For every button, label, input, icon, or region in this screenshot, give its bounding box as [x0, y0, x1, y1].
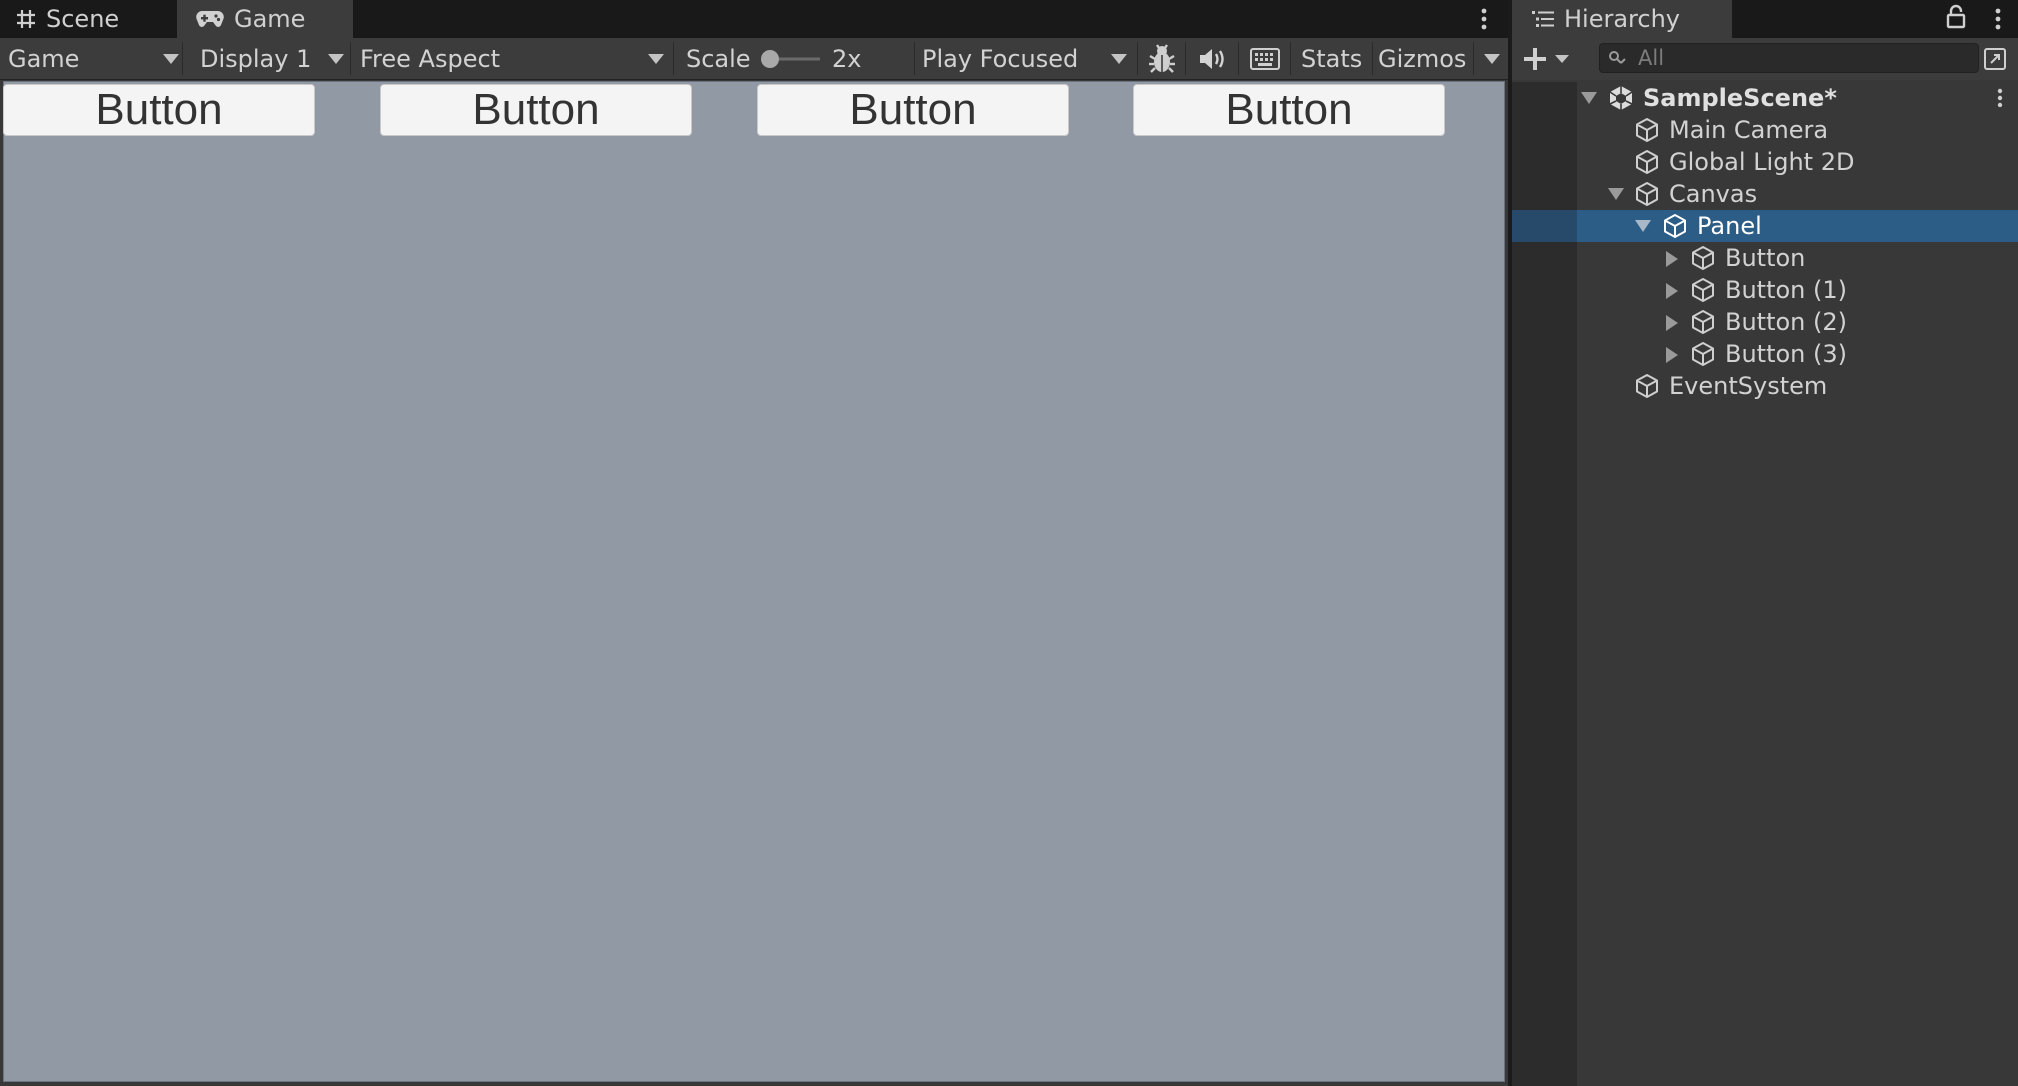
- game-button-0[interactable]: Button: [3, 84, 315, 136]
- open-window-icon: [1984, 48, 2006, 70]
- game-window-menu-button[interactable]: [1470, 3, 1498, 35]
- tree-label: Button (2): [1725, 308, 1848, 336]
- aspect-label: Free Aspect: [360, 44, 501, 73]
- play-mode-label: Play Focused: [922, 44, 1079, 73]
- tree-row-button-3[interactable]: Button (3): [1512, 338, 2018, 370]
- search-icon: [1609, 51, 1626, 64]
- game-button-1[interactable]: Button: [380, 84, 692, 136]
- hierarchy-tab-bar: Hierarchy: [1512, 0, 2018, 38]
- tree-label: Main Camera: [1669, 116, 1829, 144]
- tree-label: Button (3): [1725, 340, 1848, 368]
- gizmos-dropdown[interactable]: [1478, 38, 1506, 79]
- scale-label: Scale: [686, 44, 751, 73]
- fold-open-icon: [1635, 220, 1651, 232]
- scene-visibility-button[interactable]: [1980, 44, 2010, 74]
- display-label: Display 1: [200, 44, 312, 73]
- gamepad-icon: [196, 10, 224, 28]
- tree-row-button-1[interactable]: Button (1): [1512, 274, 2018, 306]
- fold-open-icon: [1608, 188, 1624, 200]
- keyboard-icon: [1250, 47, 1280, 70]
- gameobject-cube-icon: [1636, 118, 1658, 142]
- hierarchy-search[interactable]: [1599, 43, 1979, 73]
- lock-icon[interactable]: [1946, 4, 1966, 30]
- game-viewport[interactable]: Button Button Button Button: [3, 81, 1505, 1082]
- tree-row-eventsystem[interactable]: EventSystem: [1512, 370, 2018, 402]
- tree-row-canvas[interactable]: Canvas: [1512, 178, 2018, 210]
- tree-row-panel[interactable]: Panel: [1512, 210, 2018, 242]
- chevron-down-icon: [648, 54, 664, 64]
- more-vertical-icon: [1995, 8, 2001, 30]
- chevron-down-icon: [1111, 54, 1127, 64]
- chevron-down-icon: [163, 54, 179, 64]
- tab-game[interactable]: Game: [177, 0, 353, 38]
- chevron-down-icon: [1555, 55, 1569, 63]
- gameobject-cube-icon: [1692, 310, 1714, 334]
- chevron-down-icon: [1484, 54, 1500, 64]
- plus-icon: [1524, 48, 1546, 70]
- bug-icon: [1149, 43, 1175, 73]
- play-mode-dropdown[interactable]: Play Focused: [922, 38, 1132, 79]
- tree-label: Canvas: [1669, 180, 1758, 208]
- more-vertical-icon: [1481, 8, 1487, 30]
- tree-row-button[interactable]: Button: [1512, 242, 2018, 274]
- chevron-down-icon: [328, 54, 344, 64]
- hierarchy-title: Hierarchy: [1564, 5, 1681, 33]
- keyboard-shortcuts-toggle[interactable]: [1246, 38, 1284, 79]
- tree-label: Panel: [1697, 212, 1762, 240]
- hierarchy-window: Hierarchy SampleScene*: [1512, 0, 2018, 1086]
- grid-icon: [16, 9, 36, 29]
- tree-label: SampleScene*: [1643, 84, 1837, 112]
- scale-value: 2x: [832, 44, 862, 73]
- hierarchy-tree: SampleScene* Main Camera Global Light 2D…: [1512, 82, 2018, 1086]
- view-mode-dropdown[interactable]: Game: [8, 38, 180, 79]
- view-mode-label: Game: [8, 44, 80, 73]
- aspect-dropdown[interactable]: Free Aspect: [360, 38, 668, 79]
- more-vertical-icon: [1997, 88, 2003, 108]
- gameobject-cube-icon: [1636, 374, 1658, 398]
- fold-closed-icon: [1666, 283, 1678, 299]
- fold-closed-icon: [1666, 251, 1678, 267]
- tab-hierarchy[interactable]: Hierarchy: [1512, 0, 1732, 38]
- game-window: Scene Game Game Display 1 Free Aspect Sc…: [0, 0, 1508, 1086]
- unity-scene-icon: [1609, 86, 1633, 110]
- tree-label: Button (1): [1725, 276, 1848, 304]
- game-toolbar: Game Display 1 Free Aspect Scale 2x Play…: [0, 38, 1508, 80]
- tree-label: Global Light 2D: [1669, 148, 1855, 176]
- hierarchy-menu-button[interactable]: [1984, 3, 2012, 35]
- tab-game-label: Game: [234, 5, 306, 33]
- gameobject-cube-icon: [1692, 342, 1714, 366]
- tree-label: Button: [1725, 244, 1806, 272]
- game-tab-bar: Scene Game: [0, 0, 1508, 38]
- tab-scene[interactable]: Scene: [16, 0, 119, 38]
- tree-label: EventSystem: [1669, 372, 1828, 400]
- fold-closed-icon: [1666, 347, 1678, 363]
- scene-menu-button[interactable]: [1990, 84, 2010, 112]
- fold-closed-icon: [1666, 315, 1678, 331]
- gameobject-cube-icon: [1664, 214, 1686, 238]
- tree-row-global-light-2d[interactable]: Global Light 2D: [1512, 146, 2018, 178]
- tree-row-scene[interactable]: SampleScene*: [1512, 82, 2018, 114]
- stats-button[interactable]: Stats: [1301, 38, 1362, 79]
- gameobject-cube-icon: [1692, 246, 1714, 270]
- search-input[interactable]: [1636, 45, 1960, 71]
- speaker-icon: [1200, 48, 1224, 69]
- hierarchy-list-icon: [1532, 10, 1554, 28]
- tree-row-button-2[interactable]: Button (2): [1512, 306, 2018, 338]
- game-button-3[interactable]: Button: [1133, 84, 1445, 136]
- fold-open-icon: [1581, 92, 1597, 104]
- gameobject-cube-icon: [1636, 150, 1658, 174]
- scale-slider[interactable]: [760, 38, 822, 79]
- mute-audio-toggle[interactable]: [1192, 38, 1232, 79]
- gizmos-button[interactable]: Gizmos: [1378, 38, 1466, 79]
- tree-row-main-camera[interactable]: Main Camera: [1512, 114, 2018, 146]
- game-button-2[interactable]: Button: [757, 84, 1069, 136]
- tab-scene-label: Scene: [46, 5, 120, 33]
- debug-toggle[interactable]: [1143, 38, 1181, 79]
- gameobject-cube-icon: [1636, 182, 1658, 206]
- hierarchy-toolbar: [1512, 38, 2018, 80]
- display-dropdown[interactable]: Display 1: [200, 38, 345, 79]
- add-object-button[interactable]: [1522, 44, 1574, 74]
- gameobject-cube-icon: [1692, 278, 1714, 302]
